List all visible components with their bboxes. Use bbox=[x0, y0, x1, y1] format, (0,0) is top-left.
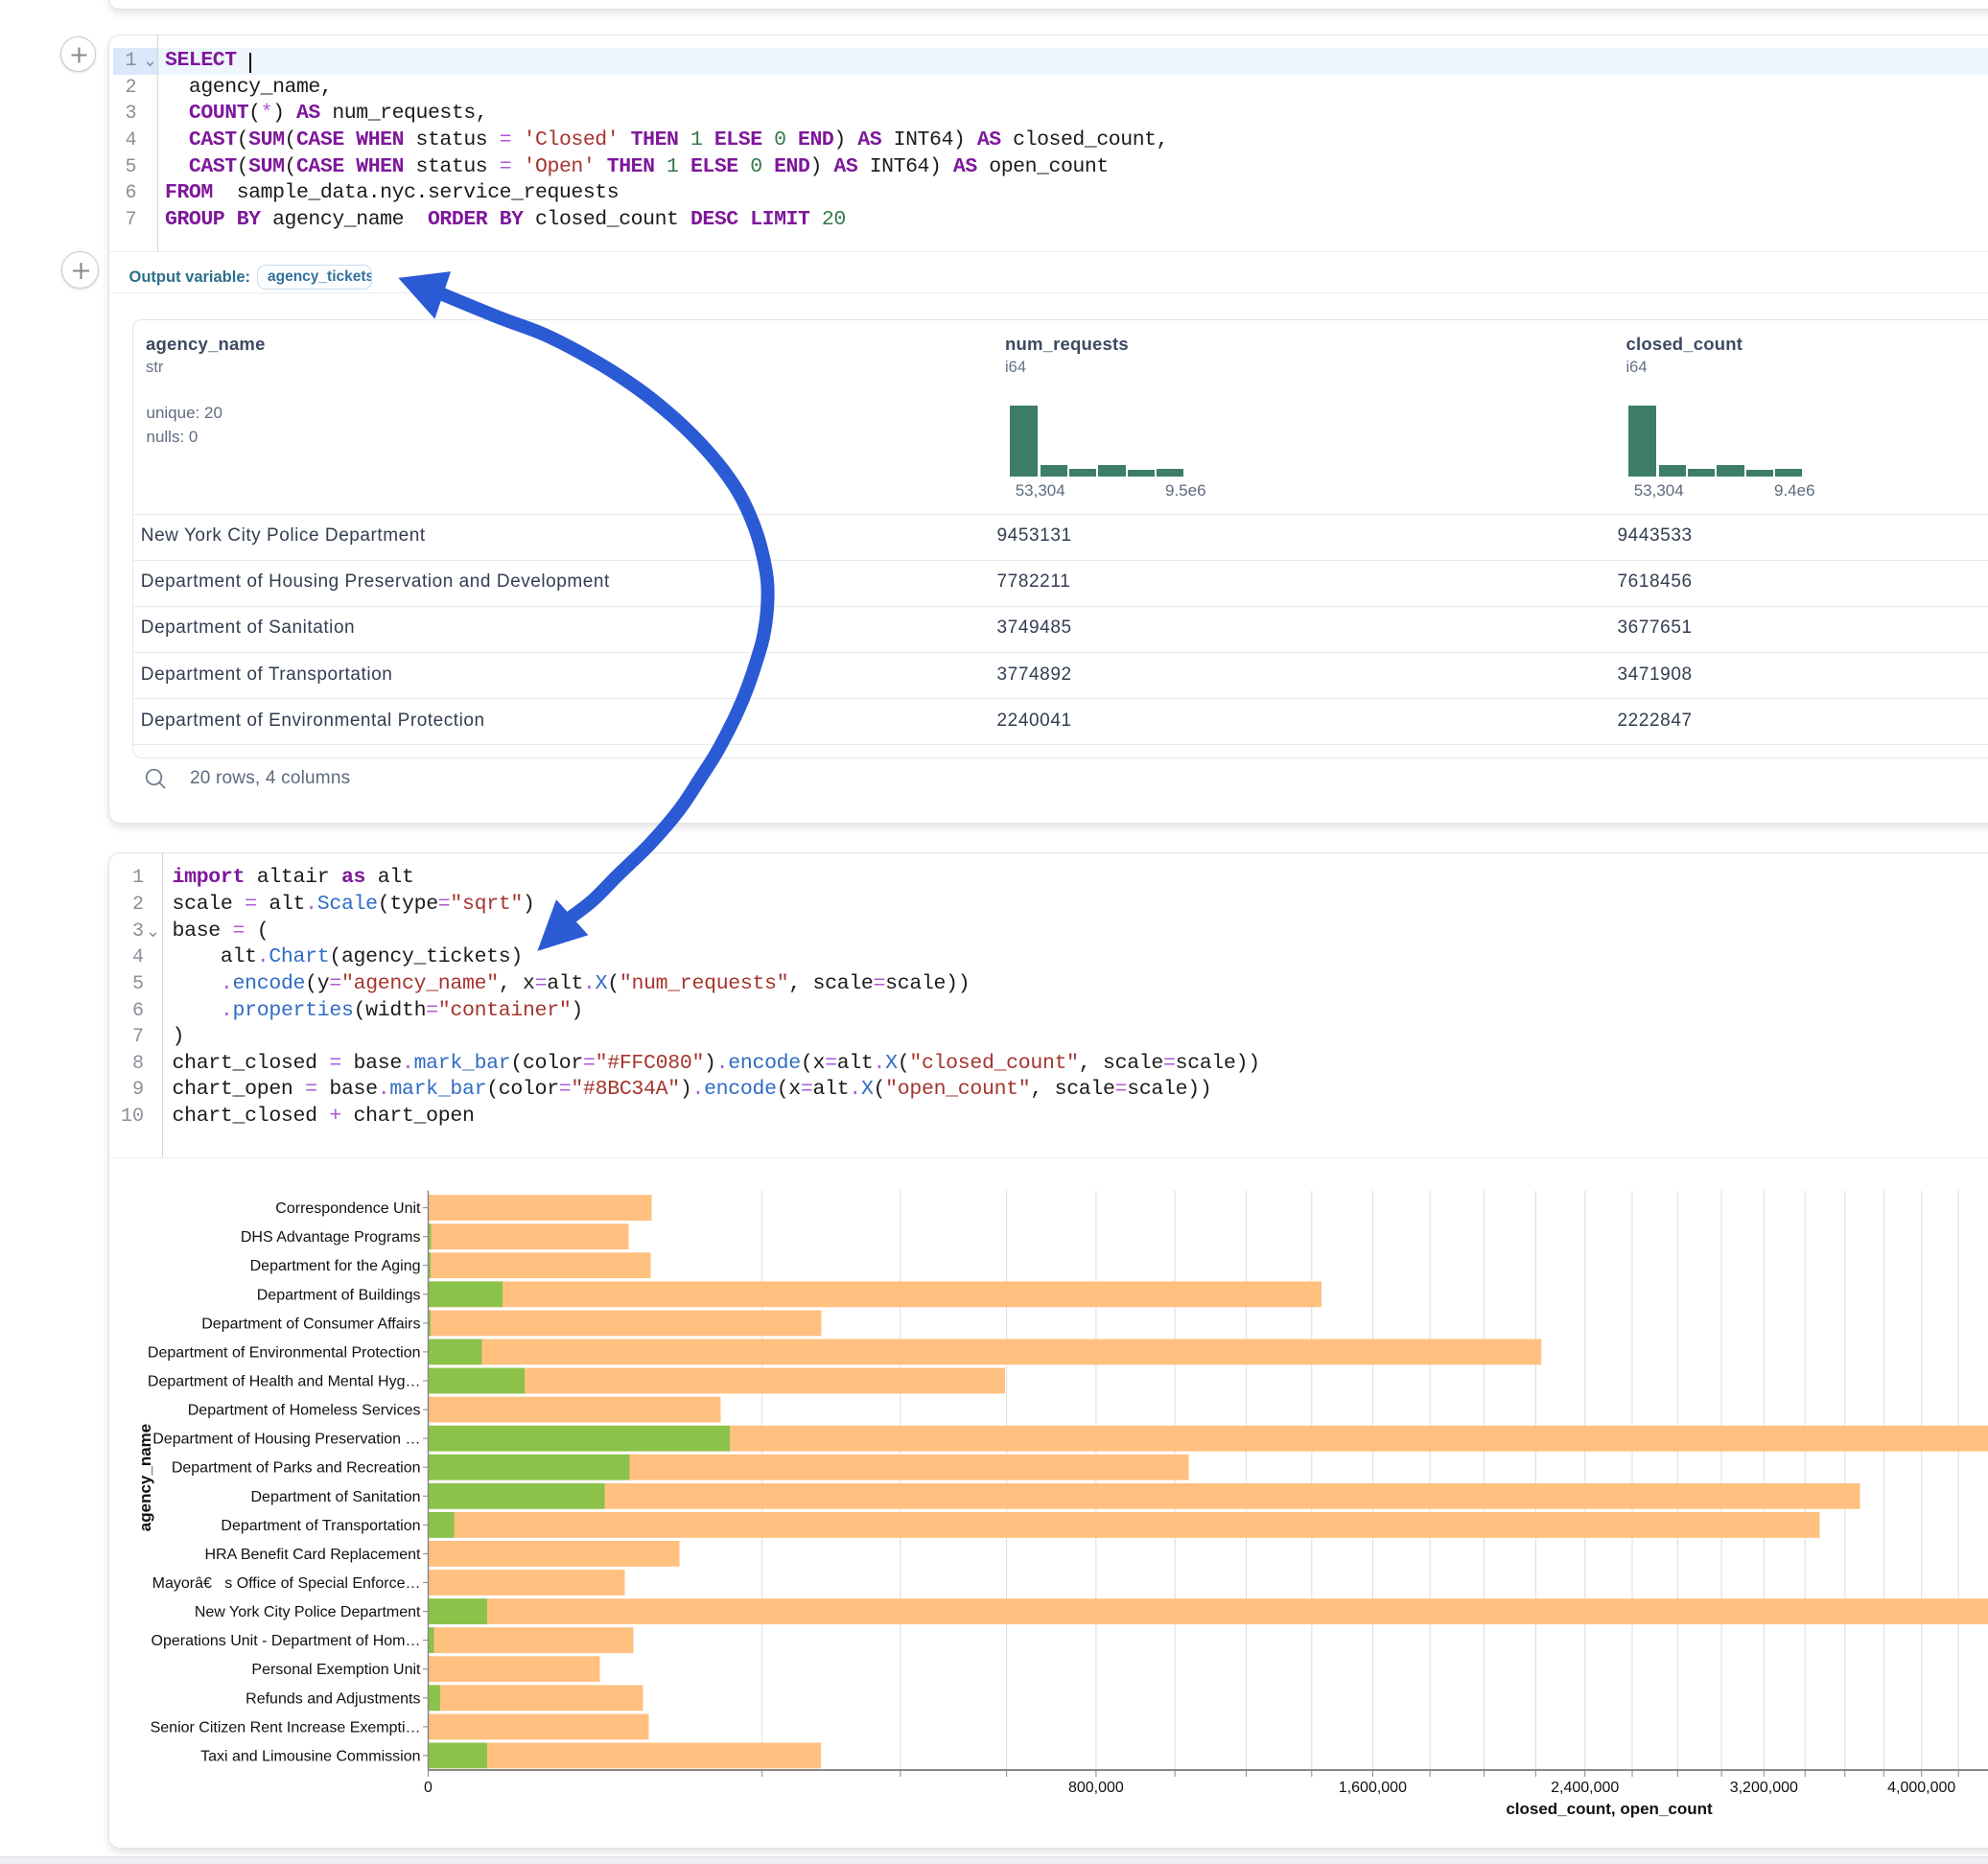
svg-text:1,600,000: 1,600,000 bbox=[1339, 1780, 1407, 1796]
svg-text:Mayorâ€ s Office of Special: Mayorâ€ s Office of Special Enforce… bbox=[152, 1575, 421, 1592]
svg-text:Personal Exemption Unit: Personal Exemption Unit bbox=[251, 1662, 421, 1678]
svg-text:Correspondence Unit: Correspondence Unit bbox=[275, 1200, 421, 1217]
svg-text:Department of Environmental Pr: Department of Environmental Protection bbox=[148, 1344, 421, 1361]
svg-text:Department of Parks and Recrea: Department of Parks and Recreation bbox=[172, 1460, 421, 1477]
svg-text:DHS Advantage Programs: DHS Advantage Programs bbox=[241, 1229, 421, 1246]
svg-text:800,000: 800,000 bbox=[1068, 1780, 1124, 1796]
svg-text:closed_count, open_count: closed_count, open_count bbox=[1506, 1800, 1713, 1818]
svg-text:Department of Homeless Service: Department of Homeless Services bbox=[188, 1403, 421, 1419]
svg-text:agency_name: agency_name bbox=[136, 1424, 154, 1531]
svg-text:0: 0 bbox=[424, 1780, 433, 1796]
svg-text:New York City Police Departmen: New York City Police Department bbox=[195, 1604, 421, 1620]
svg-text:HRA Benefit Card Replacement: HRA Benefit Card Replacement bbox=[205, 1547, 422, 1563]
svg-text:Senior Citizen Rent Increase E: Senior Citizen Rent Increase Exempti… bbox=[151, 1719, 421, 1736]
svg-text:Department of Housing Preserva: Department of Housing Preservation … bbox=[152, 1432, 420, 1448]
svg-text:Taxi and Limousine Commission: Taxi and Limousine Commission bbox=[200, 1748, 420, 1764]
svg-text:Department of Buildings: Department of Buildings bbox=[257, 1287, 421, 1303]
svg-text:Department of Transportation: Department of Transportation bbox=[221, 1518, 420, 1534]
svg-text:Department of Consumer Affairs: Department of Consumer Affairs bbox=[201, 1316, 420, 1332]
svg-text:3,200,000: 3,200,000 bbox=[1730, 1780, 1798, 1796]
svg-text:Operations Unit - Department o: Operations Unit - Department of Hom… bbox=[152, 1633, 421, 1649]
svg-text:Department of Health and Menta: Department of Health and Mental Hyg… bbox=[148, 1374, 421, 1390]
svg-text:4,000,000: 4,000,000 bbox=[1887, 1780, 1955, 1796]
svg-text:Refunds and Adjustments: Refunds and Adjustments bbox=[246, 1690, 420, 1707]
svg-text:2,400,000: 2,400,000 bbox=[1551, 1780, 1619, 1796]
svg-text:Department for the Aging: Department for the Aging bbox=[250, 1258, 421, 1274]
svg-text:Department of Sanitation: Department of Sanitation bbox=[251, 1489, 421, 1505]
